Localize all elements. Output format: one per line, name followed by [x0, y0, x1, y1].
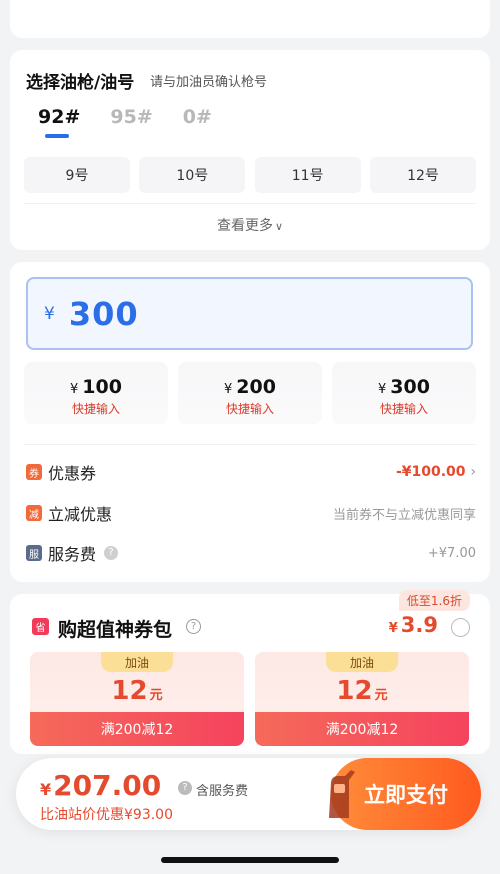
quick-amount-button[interactable]: ¥200 快捷输入 [178, 362, 322, 424]
savings-note: 比油站价优惠¥93.00 [40, 807, 173, 823]
quick-amount-number: 300 [390, 376, 430, 398]
see-more-label: 查看更多 [216, 218, 273, 234]
quick-amount-number: 200 [236, 376, 276, 398]
coupon-pack-checkbox[interactable] [451, 618, 470, 637]
tab-grade-95[interactable]: 95# [110, 106, 152, 128]
coupon-pack-price-value: 3.9 [400, 613, 438, 637]
service-fee-tag-icon: 服 [26, 545, 42, 561]
see-more-button[interactable]: 查看更多 ∨ [10, 215, 490, 235]
coupon-amount: -¥100.00 [395, 464, 466, 480]
coupon-value-number: 12 [111, 676, 148, 706]
chevron-right-icon: › [470, 464, 476, 480]
help-icon[interactable]: ? [104, 546, 119, 560]
quick-amount-label: 快捷输入 [379, 402, 428, 416]
coupon-unit: 元 [149, 688, 163, 703]
divider [24, 203, 476, 204]
coupon-label: 优惠券 [48, 464, 97, 483]
instant-discount-note: 当前券不与立减优惠同享 [332, 507, 476, 523]
payment-bar: ¥207.00 ? 含服务费 比油站价优惠¥93.00 立即支付 [16, 758, 481, 830]
gun-section-title: 选择油枪/油号 [26, 73, 135, 93]
quick-amount-button[interactable]: ¥300 快捷输入 [332, 362, 476, 424]
divider [24, 444, 476, 445]
instant-discount-tag-icon: 减 [26, 505, 42, 521]
currency-symbol: ¥ [224, 382, 233, 397]
amount-card: ¥ 300 ¥100 快捷输入 ¥200 快捷输入 ¥300 快捷输入 券 优惠… [10, 262, 490, 582]
nozzle-button[interactable]: 10号 [139, 157, 246, 193]
coupon-row[interactable]: 券 优惠券 -¥100.00 › [26, 460, 476, 484]
help-icon[interactable]: ? [186, 619, 201, 634]
coupon-value: 12 元 [255, 676, 469, 706]
coupon-value-number: 12 [336, 676, 373, 706]
quick-amount-value: ¥100 [24, 376, 168, 398]
quick-amount-label: 快捷输入 [225, 402, 274, 416]
tab-grade-0[interactable]: 0# [183, 106, 212, 128]
fuel-grade-tabs: 92# 95# 0# [38, 106, 212, 138]
coupon-condition: 满200减12 [255, 712, 469, 746]
instant-discount-row: 减 立减优惠 当前券不与立减优惠同享 [26, 501, 476, 525]
service-fee-label: 服务费 [48, 545, 97, 564]
instant-discount-label: 立减优惠 [48, 505, 113, 524]
currency-symbol: ¥ [44, 303, 55, 324]
nozzle-button[interactable]: 11号 [254, 157, 361, 193]
coupon-pack-card: 低至1.6折 省 购超值神券包 ? ¥3.9 加油 12 元 满200减12 加油… [10, 590, 490, 754]
currency-symbol: ¥ [378, 382, 387, 397]
top-card [10, 0, 490, 38]
home-indicator [161, 857, 339, 863]
quick-amount-number: 100 [82, 376, 122, 398]
coupon-type: 加油 [101, 652, 173, 672]
quick-amount-label: 快捷输入 [71, 402, 120, 416]
discount-badge: 低至1.6折 [398, 590, 470, 611]
amount-input[interactable]: ¥ 300 [26, 277, 473, 350]
fuel-pump-icon [329, 770, 355, 818]
coupon-condition: 满200减12 [30, 712, 244, 746]
service-fee-row: 服 服务费 ? +¥7.00 [26, 541, 476, 565]
save-icon: 省 [32, 618, 49, 635]
currency-symbol: ¥ [40, 780, 52, 799]
coupon-item[interactable]: 加油 12 元 满200减12 [30, 652, 244, 746]
pay-total: ¥207.00 [40, 769, 161, 802]
pay-total-value: 207.00 [53, 769, 162, 802]
coupon-value: 12 元 [30, 676, 244, 706]
gun-selection-card: 选择油枪/油号 请与加油员确认枪号 92# 95# 0# 9号 10号 11号 … [10, 50, 490, 250]
coupon-value: -¥100.00 › [396, 464, 476, 480]
chevron-down-icon: ∨ [274, 220, 284, 233]
coupon-type: 加油 [326, 652, 398, 672]
tab-grade-92[interactable]: 92# [38, 106, 80, 138]
gun-section-subtitle: 请与加油员确认枪号 [150, 75, 268, 90]
currency-symbol: ¥ [388, 621, 398, 636]
coupon-pack-title: 购超值神券包 [58, 619, 173, 641]
coupon-tag-icon: 券 [26, 464, 42, 480]
quick-amount-value: ¥200 [178, 376, 322, 398]
nozzle-button[interactable]: 9号 [24, 157, 130, 193]
help-icon[interactable]: ? [178, 781, 192, 795]
service-fee-value: +¥7.00 [427, 545, 476, 561]
nozzle-list: 9号 10号 11号 12号 [24, 157, 476, 193]
service-fee-note: 含服务费 [196, 784, 249, 799]
nozzle-button[interactable]: 12号 [369, 157, 476, 193]
coupon-unit: 元 [374, 688, 388, 703]
coupon-pack-price: ¥3.9 [389, 613, 438, 637]
coupon-item[interactable]: 加油 12 元 满200减12 [255, 652, 469, 746]
quick-amount-button[interactable]: ¥100 快捷输入 [24, 362, 168, 424]
currency-symbol: ¥ [70, 382, 79, 397]
quick-amount-value: ¥300 [332, 376, 476, 398]
amount-value: 300 [68, 294, 139, 333]
quick-amount-row: ¥100 快捷输入 ¥200 快捷输入 ¥300 快捷输入 [24, 362, 476, 424]
